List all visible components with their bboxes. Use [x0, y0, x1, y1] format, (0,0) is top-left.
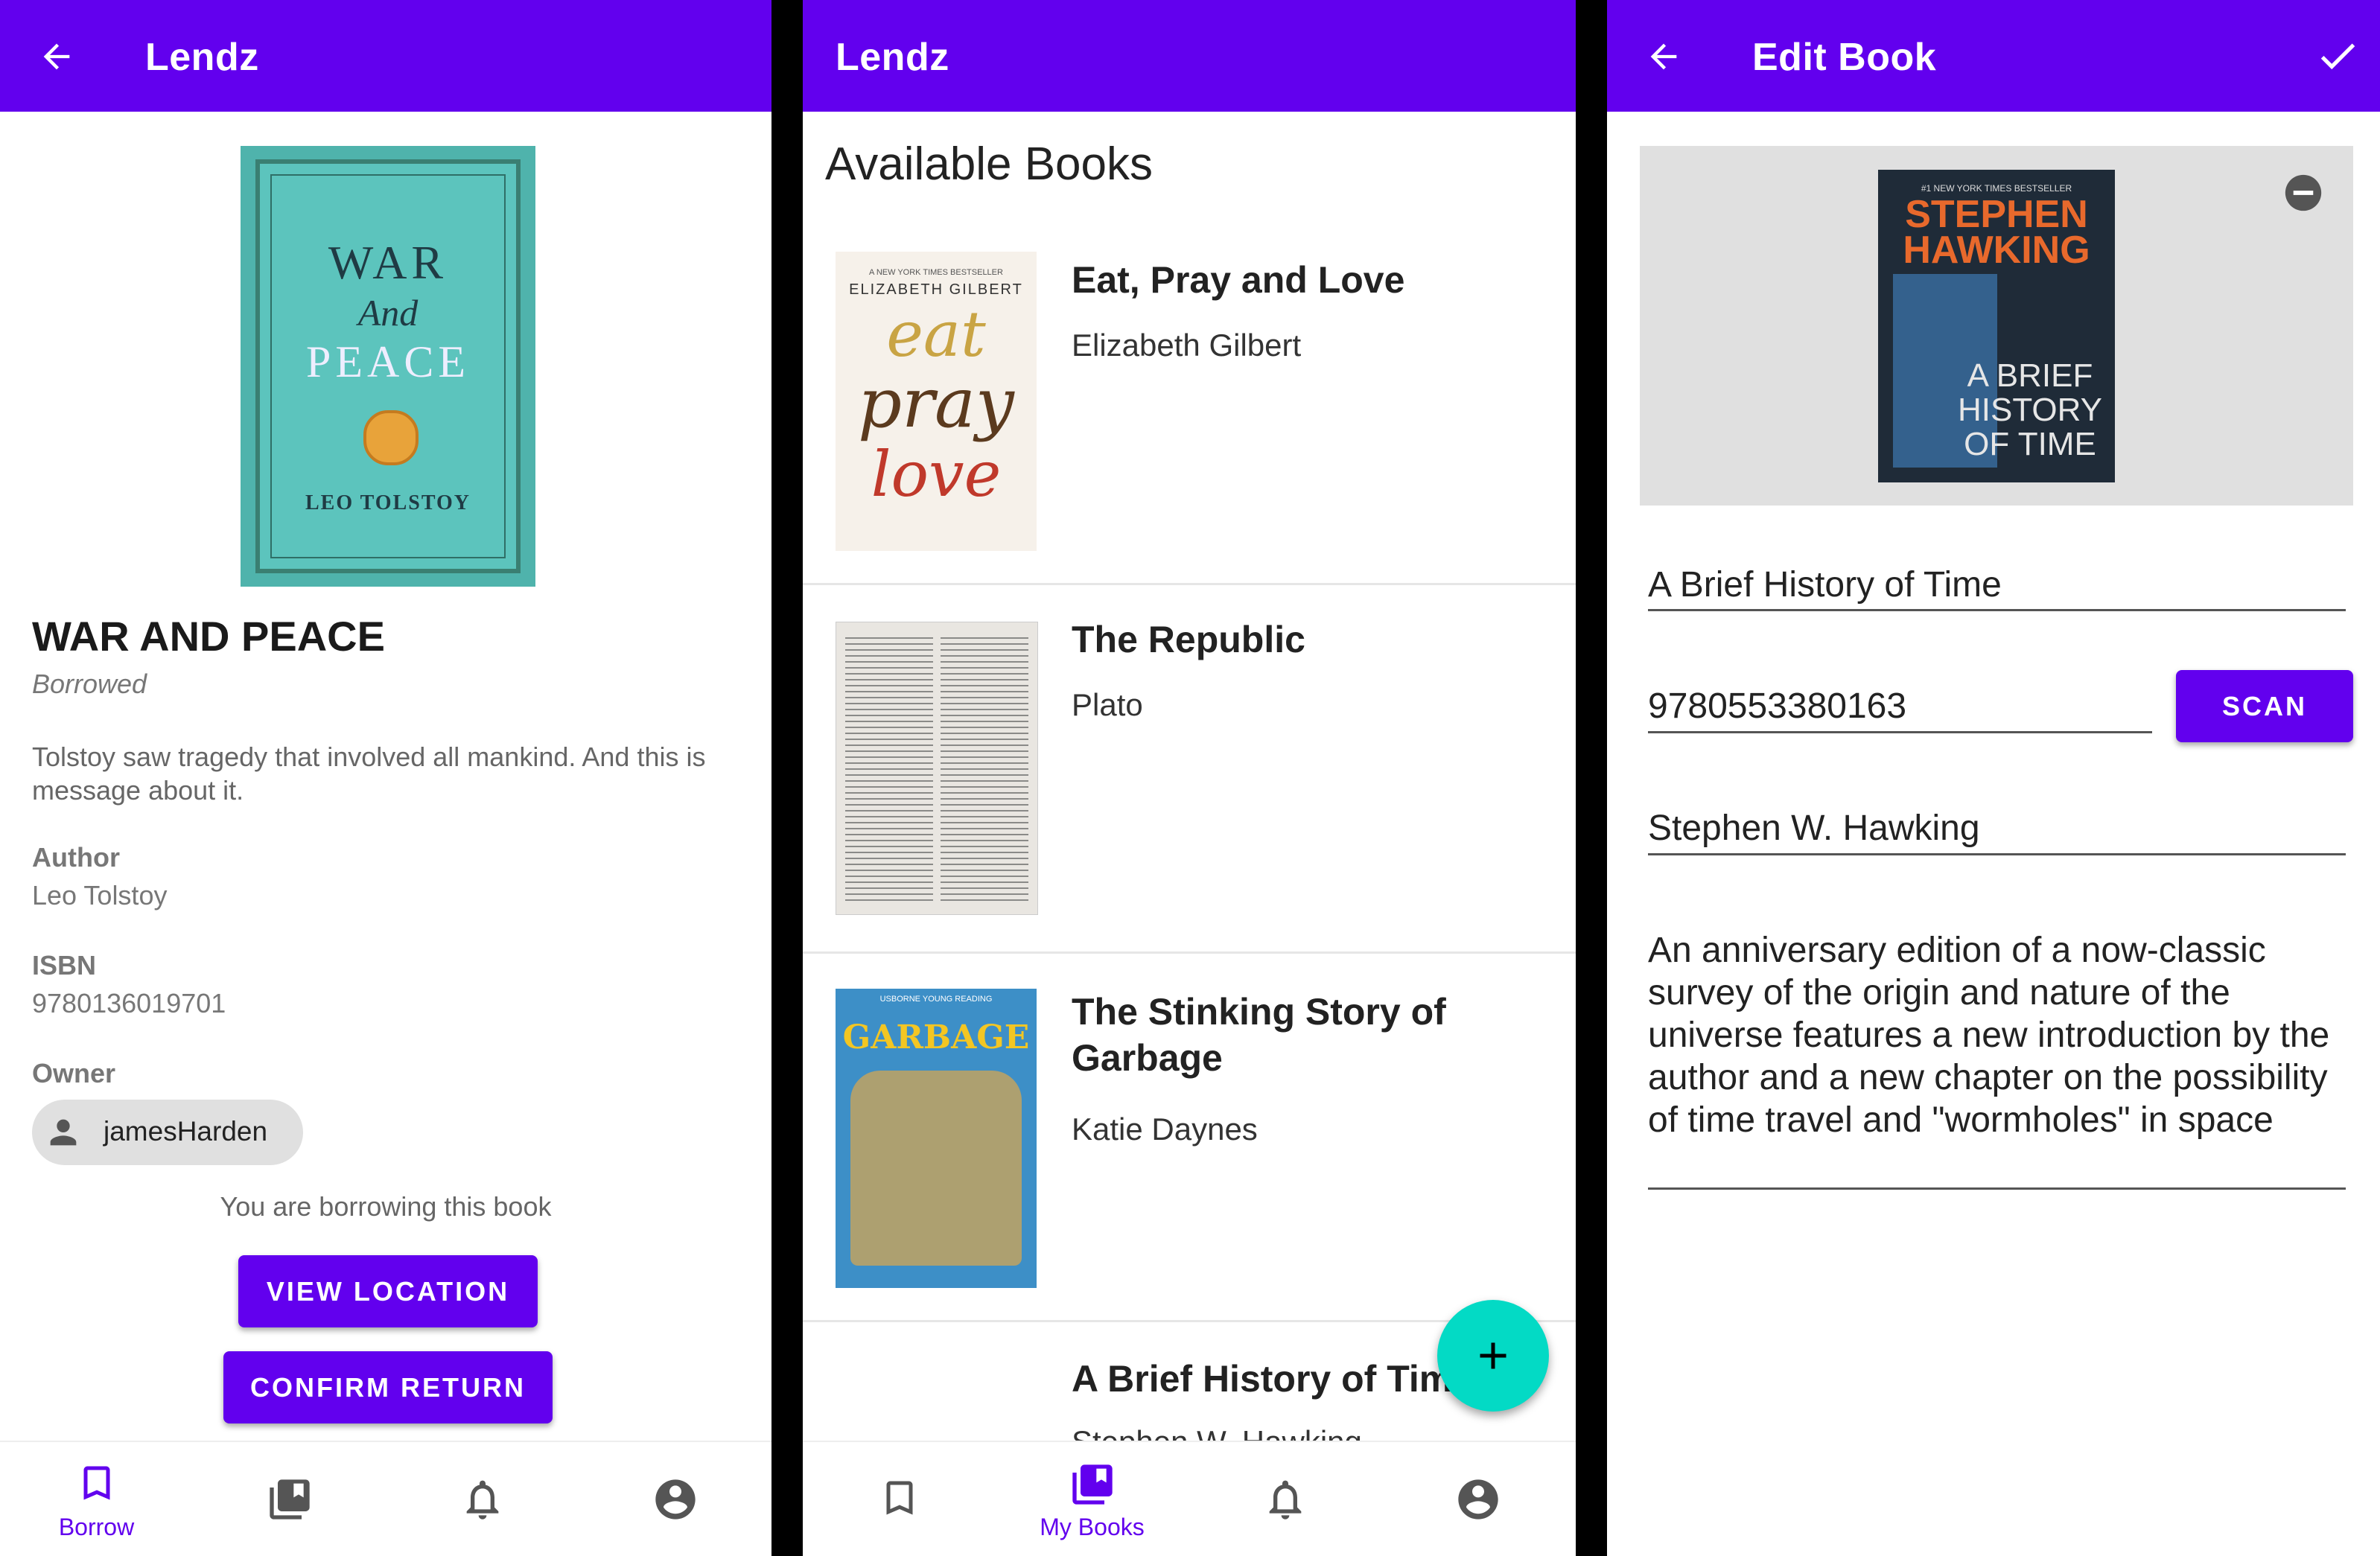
app-title: Lendz — [836, 36, 949, 79]
bookmark-icon — [886, 1481, 912, 1515]
isbn-label: ISBN — [32, 950, 97, 981]
app-title: Lendz — [145, 36, 259, 79]
account-circle-icon — [655, 1479, 696, 1520]
book-title: Eat, Pray and Love — [1072, 259, 1405, 301]
nav-notifications[interactable] — [1189, 1442, 1381, 1556]
cover-title-line: PEACE — [305, 337, 471, 386]
cover-title-line: And — [357, 292, 419, 334]
bookmark-icon — [83, 1466, 109, 1500]
description-field-underline — [1648, 1187, 2346, 1190]
book-list-item[interactable]: USBORNE YOUNG READING GARBAGE The Stinki… — [803, 951, 1576, 1322]
cover-image-container: #1 NEW YORK TIMES BESTSELLER STEPHEN HAW… — [1640, 146, 2353, 506]
book-thumbnail — [836, 622, 1038, 915]
isbn-value: 9780136019701 — [32, 988, 226, 1018]
nav-profile[interactable] — [579, 1442, 771, 1556]
cover-tagline: USBORNE YOUNG READING — [879, 995, 993, 1004]
book-author: Plato — [1072, 687, 1143, 722]
confirm-return-button[interactable]: CONFIRM RETURN — [223, 1351, 553, 1423]
bell-icon — [1269, 1480, 1301, 1520]
nav-my-books[interactable] — [193, 1442, 386, 1556]
nav-my-books[interactable]: My Books — [996, 1442, 1189, 1556]
nav-borrow[interactable]: Borrow — [0, 1442, 193, 1556]
title-field[interactable]: A Brief History of Time — [1648, 564, 2002, 605]
cover-tagline: A NEW YORK TIMES BESTSELLER — [869, 268, 1003, 277]
book-detail-screen: Lendz WAR And PEACE LEO TOLSTOY WAR AND … — [0, 0, 771, 1556]
book-title: A Brief History of Time — [1072, 1358, 1473, 1400]
book-author: Elizabeth Gilbert — [1072, 328, 1302, 363]
app-title: Edit Book — [1752, 36, 1937, 79]
isbn-field[interactable]: 9780553380163 — [1648, 686, 1906, 727]
status-label: Borrowed — [32, 669, 147, 699]
cover-title: GARBAGE — [842, 1018, 1030, 1056]
nav-borrow[interactable] — [803, 1442, 996, 1556]
section-heading: Available Books — [825, 138, 1154, 190]
nav-borrow-label: Borrow — [58, 1514, 135, 1540]
account-circle-icon — [1457, 1479, 1498, 1520]
cover-author: ELIZABETH GILBERT — [849, 281, 1023, 298]
book-cover-image: WAR And PEACE LEO TOLSTOY — [241, 146, 535, 587]
description-field[interactable]: An anniversary edition of a now-classic … — [1648, 929, 2346, 1141]
edit-book-screen: Edit Book #1 NEW YORK TIMES BESTSELLER S… — [1607, 0, 2380, 1556]
nav-profile[interactable] — [1381, 1442, 1574, 1556]
cover-title-line: OF TIME — [1964, 426, 2096, 462]
author-field[interactable]: Stephen W. Hawking — [1648, 808, 1980, 849]
nav-my-books-label: My Books — [1040, 1514, 1145, 1540]
cover-word: love — [871, 438, 1002, 511]
owner-chip[interactable]: jamesHarden — [32, 1100, 303, 1165]
book-list-item[interactable]: The Republic Plato — [803, 583, 1576, 954]
cover-author: LEO TOLSTOY — [305, 491, 471, 514]
app-bar: Lendz — [803, 0, 1576, 112]
author-field-underline — [1648, 853, 2346, 855]
manuscript-text-column — [845, 633, 933, 904]
book-description: Tolstoy saw tragedy that involved all ma… — [32, 742, 706, 806]
app-bar: Edit Book — [1607, 0, 2380, 112]
view-location-button[interactable]: VIEW LOCATION — [238, 1255, 538, 1327]
cover-title-line: WAR — [328, 236, 448, 289]
manuscript-text-column — [941, 633, 1028, 904]
plus-icon — [1480, 1342, 1506, 1369]
book-cover-image: #1 NEW YORK TIMES BESTSELLER STEPHEN HAW… — [1878, 170, 2115, 482]
cover-author-line: HAWKING — [1903, 229, 2090, 272]
book-thumbnail: USBORNE YOUNG READING GARBAGE — [836, 989, 1037, 1288]
cover-word: eat — [886, 298, 986, 371]
owner-label: Owner — [32, 1058, 116, 1088]
bottom-navigation: My Books — [803, 1441, 1576, 1556]
person-icon — [50, 1119, 77, 1146]
add-book-button[interactable] — [1437, 1300, 1549, 1412]
book-author: Katie Daynes — [1072, 1112, 1258, 1147]
author-value: Leo Tolstoy — [32, 880, 168, 911]
isbn-field-underline — [1648, 731, 2152, 733]
book-title: The Republic — [1072, 619, 1305, 660]
book-title: WAR AND PEACE — [32, 613, 385, 660]
owner-name: jamesHarden — [104, 1116, 268, 1147]
available-books-screen: Lendz Available Books A NEW YORK TIMES B… — [803, 0, 1576, 1556]
bell-icon — [466, 1480, 498, 1520]
library-books-icon — [1072, 1464, 1113, 1505]
book-list-item[interactable]: A NEW YORK TIMES BESTSELLER ELIZABETH GI… — [803, 223, 1576, 585]
app-bar: Lendz — [0, 0, 771, 112]
book-title: The Stinking Story of Garbage — [1072, 991, 1446, 1079]
back-arrow-icon[interactable] — [37, 37, 76, 76]
title-field-underline — [1648, 609, 2346, 611]
cover-word: pray — [858, 363, 1014, 443]
book-thumbnail: A NEW YORK TIMES BESTSELLER ELIZABETH GI… — [836, 252, 1037, 551]
cover-title-line: A BRIEF — [1967, 357, 2093, 394]
bottom-navigation: Borrow — [0, 1441, 771, 1556]
nav-notifications[interactable] — [386, 1442, 579, 1556]
remove-icon[interactable] — [2282, 171, 2325, 214]
cover-illustration — [850, 1071, 1022, 1266]
check-icon[interactable] — [2314, 33, 2361, 79]
cover-title-line: HISTORY — [1958, 392, 2102, 428]
back-arrow-icon[interactable] — [1644, 37, 1683, 76]
scan-button[interactable]: SCAN — [2176, 670, 2353, 742]
borrowing-note: You are borrowing this book — [220, 1191, 552, 1222]
author-label: Author — [32, 842, 120, 873]
cover-emblem — [363, 410, 419, 465]
library-books-icon — [269, 1479, 310, 1520]
